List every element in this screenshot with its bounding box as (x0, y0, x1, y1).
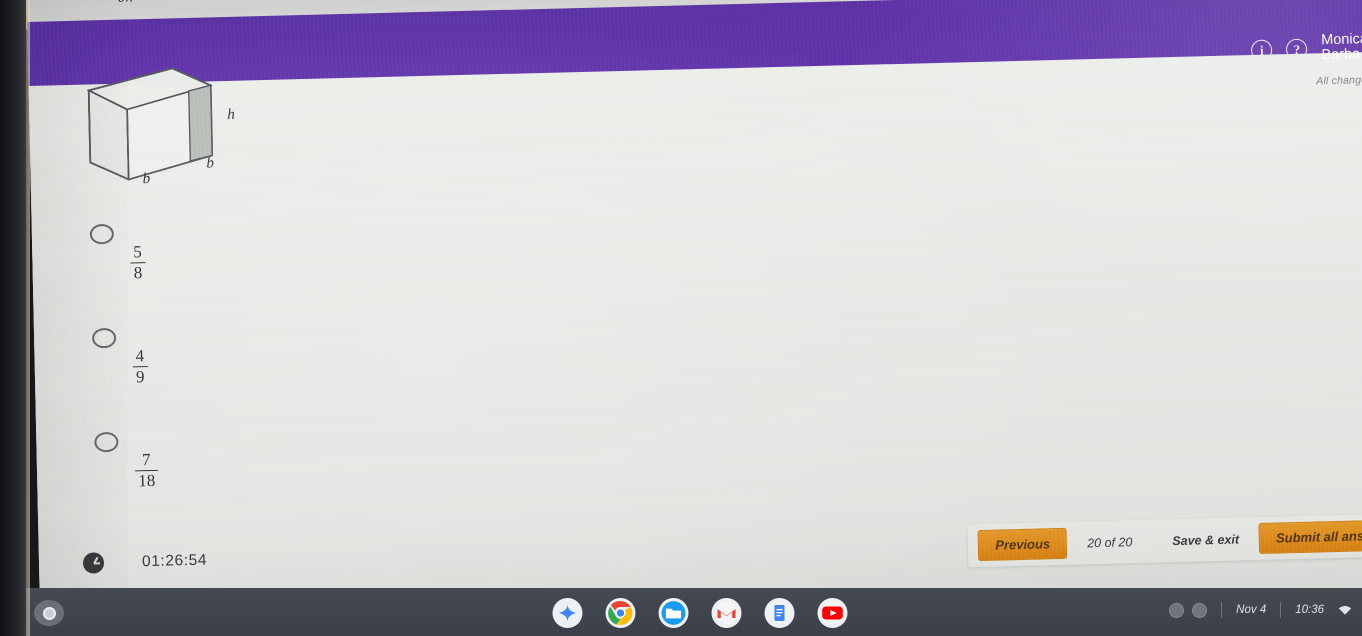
help-icon[interactable]: ? (1286, 38, 1308, 60)
previous-button[interactable]: Previous (977, 527, 1068, 562)
shelf-time: 10:36 (1295, 604, 1324, 616)
choice-c[interactable]: 7 18 (82, 412, 504, 527)
radio-button-c[interactable] (94, 431, 119, 453)
tray-notification-icons[interactable] (1169, 602, 1208, 618)
question-progress: 20 of 20 (1087, 534, 1133, 550)
answer-choices: 5 8 4 9 7 18 (77, 204, 504, 527)
clock-icon (82, 552, 105, 574)
chromeos-shelf: Nov 4 10:36 (0, 588, 1362, 636)
user-last-name: Barba (1321, 46, 1361, 64)
figure-label-bottom: b (142, 170, 151, 188)
submit-all-answers-button[interactable]: Submit all answers (1258, 519, 1362, 554)
choice-a-denominator: 8 (130, 261, 146, 283)
gemini-icon[interactable] (552, 598, 583, 628)
tray-update-icon (1192, 602, 1208, 618)
choice-a-numerator: 5 (133, 242, 142, 262)
laptop-bezel-left (0, 0, 26, 636)
info-icon[interactable]: i (1251, 38, 1273, 61)
wifi-icon[interactable] (1338, 605, 1352, 616)
quiz-timer: 01:26:54 (82, 550, 208, 574)
tray-status-icon (1169, 602, 1185, 618)
choice-a-value: 5 8 (130, 242, 146, 283)
launcher-button[interactable] (34, 600, 64, 626)
choice-c-denominator: 18 (135, 469, 159, 491)
choice-a[interactable]: 5 8 (77, 204, 499, 319)
choice-c-numerator: 7 (141, 450, 151, 470)
prism-svg (86, 67, 214, 181)
choice-b-denominator: 9 (132, 365, 148, 387)
choice-b-value: 4 9 (132, 346, 148, 387)
chrome-icon[interactable] (605, 598, 636, 628)
launcher-icon (42, 606, 56, 620)
shelf-date: Nov 4 (1236, 604, 1267, 616)
laptop-screen-photo: 20. To keep heating costs down for a str… (0, 0, 1362, 636)
tray-divider-2 (1280, 602, 1282, 618)
save-and-exit-button[interactable]: Save & exit (1152, 531, 1259, 548)
radio-button-b[interactable] (91, 327, 117, 349)
choice-c-value: 7 18 (135, 450, 159, 491)
docs-icon[interactable] (764, 598, 795, 628)
shelf-app-icons (552, 598, 848, 628)
save-status: All changes saved (1316, 73, 1362, 88)
youtube-icon[interactable] (817, 598, 848, 628)
user-name[interactable]: Monica Barba (1321, 31, 1362, 64)
files-icon[interactable] (658, 598, 689, 628)
figure-label-height: h (227, 106, 235, 123)
tray-divider (1221, 602, 1223, 618)
timer-value: 01:26:54 (141, 551, 208, 570)
header-right-controls: i ? Monica Barba (1251, 27, 1362, 69)
choice-b[interactable]: 4 9 (80, 308, 502, 423)
figure-label-depth: b (206, 155, 215, 172)
square-prism-figure: h b b (80, 58, 283, 198)
screen-plane: 20. To keep heating costs down for a str… (26, 0, 1362, 636)
gmail-icon[interactable] (711, 598, 742, 628)
laptop-bezel-highlight (26, 0, 30, 636)
choice-b-numerator: 4 (135, 346, 145, 366)
system-tray[interactable]: Nov 4 10:36 (1169, 602, 1362, 618)
radio-button-a[interactable] (89, 223, 115, 245)
